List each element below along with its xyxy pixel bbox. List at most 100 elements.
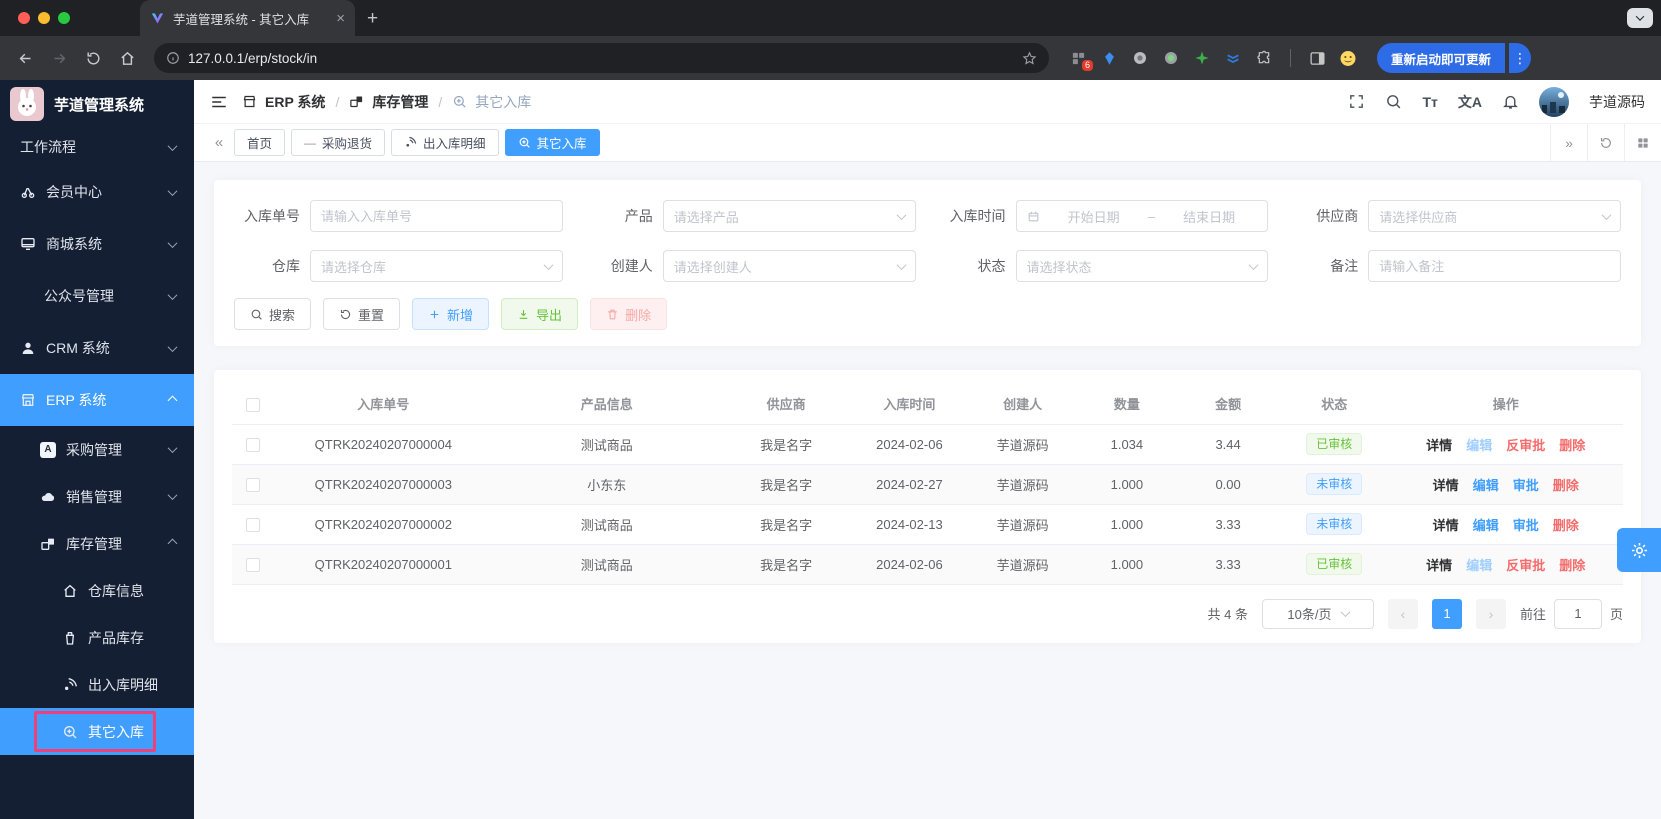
supplier-select[interactable]: 请选择供应商	[1368, 200, 1621, 232]
ext-layers-icon[interactable]	[1224, 49, 1242, 67]
end-date-placeholder[interactable]: 结束日期	[1161, 207, 1257, 226]
settings-fab[interactable]	[1617, 528, 1661, 572]
reset-button[interactable]: 重置	[323, 298, 400, 330]
translate-icon[interactable]: 文A	[1458, 92, 1482, 112]
export-button[interactable]: 导出	[501, 298, 578, 330]
sidebar-item-product-stock[interactable]: 产品库存	[0, 614, 194, 661]
extensions-puzzle-icon[interactable]	[1255, 49, 1273, 67]
tab-purchase-return[interactable]: — 采购退货	[291, 129, 385, 156]
delete-link[interactable]: 删除	[1559, 555, 1585, 574]
ext-star-icon[interactable]	[1193, 49, 1211, 67]
tab-search-button[interactable]	[1627, 8, 1653, 28]
forward-button[interactable]	[44, 43, 74, 73]
creator-select[interactable]: 请选择创建人	[663, 250, 916, 282]
sidebar-item-stock-mgmt[interactable]: 库存管理	[0, 520, 194, 567]
refresh-view-icon[interactable]	[1587, 124, 1624, 161]
sidebar-item-purchase-mgmt[interactable]: A 采购管理	[0, 426, 194, 473]
minimize-window-button[interactable]	[38, 12, 50, 24]
back-button[interactable]	[10, 43, 40, 73]
next-page-button[interactable]: ›	[1476, 599, 1506, 629]
detail-link[interactable]: 详情	[1426, 555, 1452, 574]
reload-button[interactable]	[78, 43, 108, 73]
unapprove-link[interactable]: 反审批	[1506, 435, 1545, 454]
detail-link[interactable]: 详情	[1433, 475, 1459, 494]
ext-dot-icon[interactable]	[1162, 49, 1180, 67]
username[interactable]: 芋道源码	[1589, 92, 1645, 112]
search-icon[interactable]	[1385, 93, 1402, 110]
tab-close-icon[interactable]: ×	[336, 11, 345, 26]
unapprove-link[interactable]: 反审批	[1506, 555, 1545, 574]
prev-page-button[interactable]: ‹	[1388, 599, 1418, 629]
sidebar-item-sales-mgmt[interactable]: 销售管理	[0, 473, 194, 520]
font-size-icon[interactable]: Tт	[1422, 94, 1437, 110]
edit-link[interactable]: 编辑	[1466, 435, 1492, 454]
sidebar-item-stock-record[interactable]: 出入库明细	[0, 661, 194, 708]
delete-link[interactable]: 删除	[1559, 435, 1585, 454]
ext-blocker-icon[interactable]: 6	[1069, 49, 1087, 67]
status-select[interactable]: 请选择状态	[1016, 250, 1269, 282]
hamburger-menu-icon[interactable]	[210, 93, 228, 111]
user-avatar[interactable]	[1539, 87, 1569, 117]
goto-page-input[interactable]	[1554, 599, 1602, 629]
approve-link[interactable]: 审批	[1513, 515, 1539, 534]
page-number-button[interactable]: 1	[1432, 599, 1462, 629]
close-window-button[interactable]	[18, 12, 30, 24]
fullscreen-icon[interactable]	[1348, 93, 1365, 110]
tabs-scroll-left-icon[interactable]: «	[204, 134, 234, 151]
date-range-picker[interactable]: 开始日期 – 结束日期	[1016, 200, 1269, 232]
browser-tab[interactable]: 芋道管理系统 - 其它入库 ×	[140, 0, 355, 36]
product-select[interactable]: 请选择产品	[663, 200, 916, 232]
sidebar-item-erp-system[interactable]: ERP 系统	[0, 374, 194, 426]
sidebar-logo-row[interactable]: 芋道管理系统	[0, 80, 194, 128]
approve-link[interactable]: 审批	[1513, 475, 1539, 494]
profile-avatar-icon[interactable]	[1339, 49, 1357, 67]
search-button[interactable]: 搜索	[234, 298, 311, 330]
page-size-select[interactable]: 10条/页	[1262, 599, 1374, 629]
breadcrumb-erp[interactable]: ERP 系统	[265, 92, 325, 112]
tabs-scroll-right-icon[interactable]: »	[1550, 124, 1587, 161]
breadcrumb-stock[interactable]: 库存管理	[372, 92, 428, 112]
bell-icon[interactable]	[1502, 93, 1519, 110]
site-info-icon[interactable]	[166, 51, 180, 65]
sidebar-item-mall-system[interactable]: 商城系统	[0, 218, 194, 270]
remark-input[interactable]	[1379, 259, 1610, 274]
side-panel-icon[interactable]	[1308, 49, 1326, 67]
order-no-input[interactable]	[321, 209, 552, 224]
sidebar-item-official-account[interactable]: 公众号管理	[0, 270, 194, 322]
edit-link[interactable]: 编辑	[1466, 555, 1492, 574]
col-supplier: 供应商	[721, 384, 851, 424]
row-checkbox[interactable]	[246, 518, 260, 532]
edit-link[interactable]: 编辑	[1473, 475, 1499, 494]
tab-stock-record[interactable]: 出入库明细	[391, 129, 499, 156]
url-bar[interactable]: 127.0.0.1/erp/stock/in	[154, 43, 1049, 73]
sidebar-item-warehouse-info[interactable]: 仓库信息	[0, 567, 194, 614]
ext-circle-icon[interactable]	[1131, 49, 1149, 67]
bookmark-star-icon[interactable]	[1022, 51, 1037, 66]
sidebar-item-crm-system[interactable]: CRM 系统	[0, 322, 194, 374]
new-tab-button[interactable]: +	[367, 9, 378, 28]
row-checkbox[interactable]	[246, 558, 260, 572]
tab-home[interactable]: 首页	[234, 129, 285, 156]
layout-grid-icon[interactable]	[1624, 124, 1661, 161]
delete-link[interactable]: 删除	[1553, 515, 1579, 534]
delete-button[interactable]: 删除	[590, 298, 667, 330]
sidebar-item-member-center[interactable]: 会员中心	[0, 166, 194, 218]
warehouse-select[interactable]: 请选择仓库	[310, 250, 563, 282]
start-date-placeholder[interactable]: 开始日期	[1046, 207, 1142, 226]
sidebar-item-workflow[interactable]: 工作流程	[0, 128, 194, 166]
row-checkbox[interactable]	[246, 478, 260, 492]
detail-link[interactable]: 详情	[1433, 515, 1459, 534]
home-button[interactable]	[112, 43, 142, 73]
edit-link[interactable]: 编辑	[1473, 515, 1499, 534]
detail-link[interactable]: 详情	[1426, 435, 1452, 454]
tab-other-stock-in[interactable]: 其它入库	[505, 129, 600, 156]
delete-link[interactable]: 删除	[1553, 475, 1579, 494]
browser-update-button[interactable]: 重新启动即可更新	[1377, 43, 1505, 73]
sidebar-item-other-stock-in[interactable]: 其它入库	[0, 708, 194, 755]
add-button[interactable]: 新增	[412, 298, 489, 330]
ext-gem-icon[interactable]	[1100, 49, 1118, 67]
row-checkbox[interactable]	[246, 438, 260, 452]
maximize-window-button[interactable]	[58, 12, 70, 24]
browser-menu-kebab-icon[interactable]: ⋮	[1509, 43, 1531, 73]
select-all-checkbox[interactable]	[246, 398, 260, 412]
